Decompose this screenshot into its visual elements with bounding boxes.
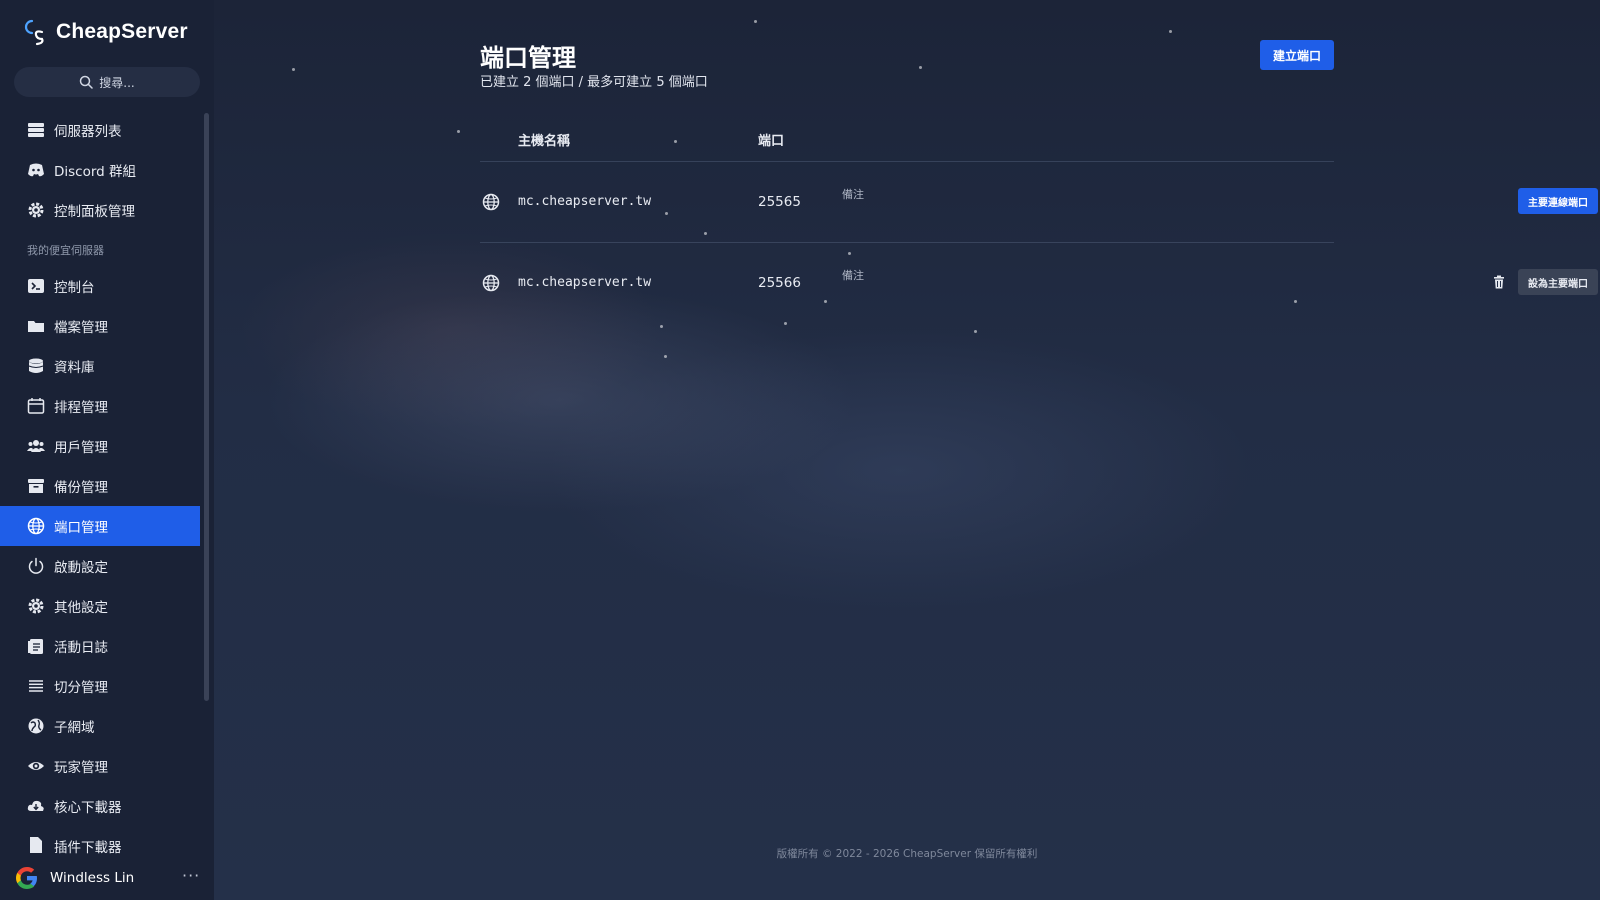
archive-icon [28, 479, 44, 493]
sidebar-item-label: 端口管理 [54, 520, 108, 536]
footer-copyright: 版權所有 © 2022 - 2026 CheapServer 保留所有權利 [776, 848, 1038, 860]
sidebar-item-activity-log[interactable]: 活動日誌 [0, 626, 200, 666]
sidebar-item-users[interactable]: 用戶管理 [0, 426, 200, 466]
sidebar-item-label: 控制台 [54, 280, 95, 296]
sidebar: CheapServer 搜尋... 伺服器列表 Discord 群組 控制面板管… [0, 0, 214, 900]
database-icon [28, 358, 44, 373]
main-content: 端口管理 已建立 2 個端口 / 最多可建立 5 個端口 建立端口 主機名稱 端… [214, 0, 1600, 900]
file-icon [30, 837, 42, 853]
sidebar-item-label: 用戶管理 [54, 440, 108, 456]
sidebar-item-label: 備份管理 [54, 480, 108, 496]
calendar-icon [27, 398, 45, 414]
sidebar-item-label: 伺服器列表 [54, 124, 122, 140]
search-icon [80, 75, 94, 89]
sidebar-item-database[interactable]: 資料庫 [0, 346, 200, 386]
search-placeholder: 搜尋... [99, 75, 135, 90]
user-profile[interactable]: Windless Lin ··· [0, 856, 214, 900]
sidebar-item-label: 子網域 [54, 720, 95, 736]
brand[interactable]: CheapServer [22, 18, 188, 46]
user-name: Windless Lin [50, 870, 135, 886]
sidebar-scrollbar[interactable] [204, 113, 209, 701]
table-row: mc.cheapserver.tw 25566 備注 設為主要端口 [480, 243, 1598, 323]
globe-icon [27, 517, 45, 535]
port-number: 25565 [758, 194, 801, 210]
sidebar-item-ports[interactable]: 端口管理 [0, 506, 200, 546]
list-icon [29, 680, 43, 692]
sidebar-item-backups[interactable]: 備份管理 [0, 466, 200, 506]
sidebar-item-label: 核心下載器 [54, 800, 122, 816]
port-count-summary: 已建立 2 個端口 / 最多可建立 5 個端口 [480, 75, 708, 90]
port-hostname[interactable]: mc.cheapserver.tw [518, 275, 651, 290]
sidebar-item-label: 資料庫 [54, 360, 95, 376]
sidebar-item-other-settings[interactable]: 其他設定 [0, 586, 200, 626]
search-input[interactable]: 搜尋... [14, 67, 200, 97]
sidebar-nav: 伺服器列表 Discord 群組 控制面板管理 我的便宜伺服器 控制台 檔案管理… [0, 110, 200, 854]
gear-icon [28, 598, 44, 614]
sidebar-item-console[interactable]: 控制台 [0, 266, 200, 306]
google-logo-icon [16, 867, 37, 889]
users-icon [27, 440, 45, 452]
sidebar-item-plugin-downloader[interactable]: 插件下載器 [0, 826, 200, 854]
page-title: 端口管理 [480, 44, 576, 72]
cloud-download-icon [27, 800, 44, 811]
trash-icon[interactable] [1492, 275, 1506, 289]
brand-name: CheapServer [56, 20, 188, 43]
server-icon [28, 123, 44, 137]
sidebar-item-files[interactable]: 檔案管理 [0, 306, 200, 346]
sidebar-item-label: 切分管理 [54, 680, 108, 696]
sidebar-item-subdomain[interactable]: 子網域 [0, 706, 200, 746]
eye-icon [28, 762, 44, 770]
sidebar-item-label: 插件下載器 [54, 840, 122, 854]
sidebar-item-panel-settings[interactable]: 控制面板管理 [0, 190, 200, 230]
sidebar-item-schedules[interactable]: 排程管理 [0, 386, 200, 426]
column-header-host: 主機名稱 [518, 134, 571, 149]
sidebar-item-core-downloader[interactable]: 核心下載器 [0, 786, 200, 826]
set-primary-port-button[interactable]: 設為主要端口 [1518, 269, 1598, 295]
port-number: 25566 [758, 275, 801, 291]
sidebar-item-label: 排程管理 [54, 400, 108, 416]
sidebar-item-label: 玩家管理 [54, 760, 108, 776]
sidebar-item-players[interactable]: 玩家管理 [0, 746, 200, 786]
terminal-icon [28, 279, 44, 293]
primary-port-badge-button[interactable]: 主要連線端口 [1518, 188, 1598, 214]
power-icon [28, 557, 44, 574]
sidebar-item-startup[interactable]: 啟動設定 [0, 546, 200, 586]
create-port-button[interactable]: 建立端口 [1260, 40, 1334, 70]
sidebar-item-label: 活動日誌 [54, 640, 108, 656]
sidebar-item-label: 控制面板管理 [54, 204, 135, 220]
globe-icon [482, 193, 500, 211]
port-hostname[interactable]: mc.cheapserver.tw [518, 194, 651, 209]
port-note[interactable]: 備注 [842, 186, 864, 202]
globe-icon [482, 274, 500, 292]
cheapserver-logo-icon [24, 19, 44, 46]
sidebar-item-label: 檔案管理 [54, 320, 108, 336]
sidebar-item-discord[interactable]: Discord 群組 [0, 150, 200, 190]
table-row: mc.cheapserver.tw 25565 備注 主要連線端口 [480, 162, 1598, 242]
sidebar-item-label: 啟動設定 [54, 560, 108, 576]
sidebar-item-server-list[interactable]: 伺服器列表 [0, 110, 200, 150]
gear-icon [28, 202, 44, 218]
column-header-port: 端口 [758, 134, 785, 149]
sidebar-item-label: Discord 群組 [54, 164, 137, 180]
sidebar-item-label: 其他設定 [54, 600, 108, 616]
discord-icon [28, 163, 44, 177]
clipboard-icon [28, 639, 43, 654]
sidebar-item-split[interactable]: 切分管理 [0, 666, 200, 706]
globe-network-icon [28, 718, 44, 734]
more-options-icon[interactable]: ··· [182, 866, 200, 885]
sidebar-section-label: 我的便宜伺服器 [27, 244, 104, 257]
folder-icon [28, 321, 44, 332]
port-note[interactable]: 備注 [842, 267, 864, 283]
